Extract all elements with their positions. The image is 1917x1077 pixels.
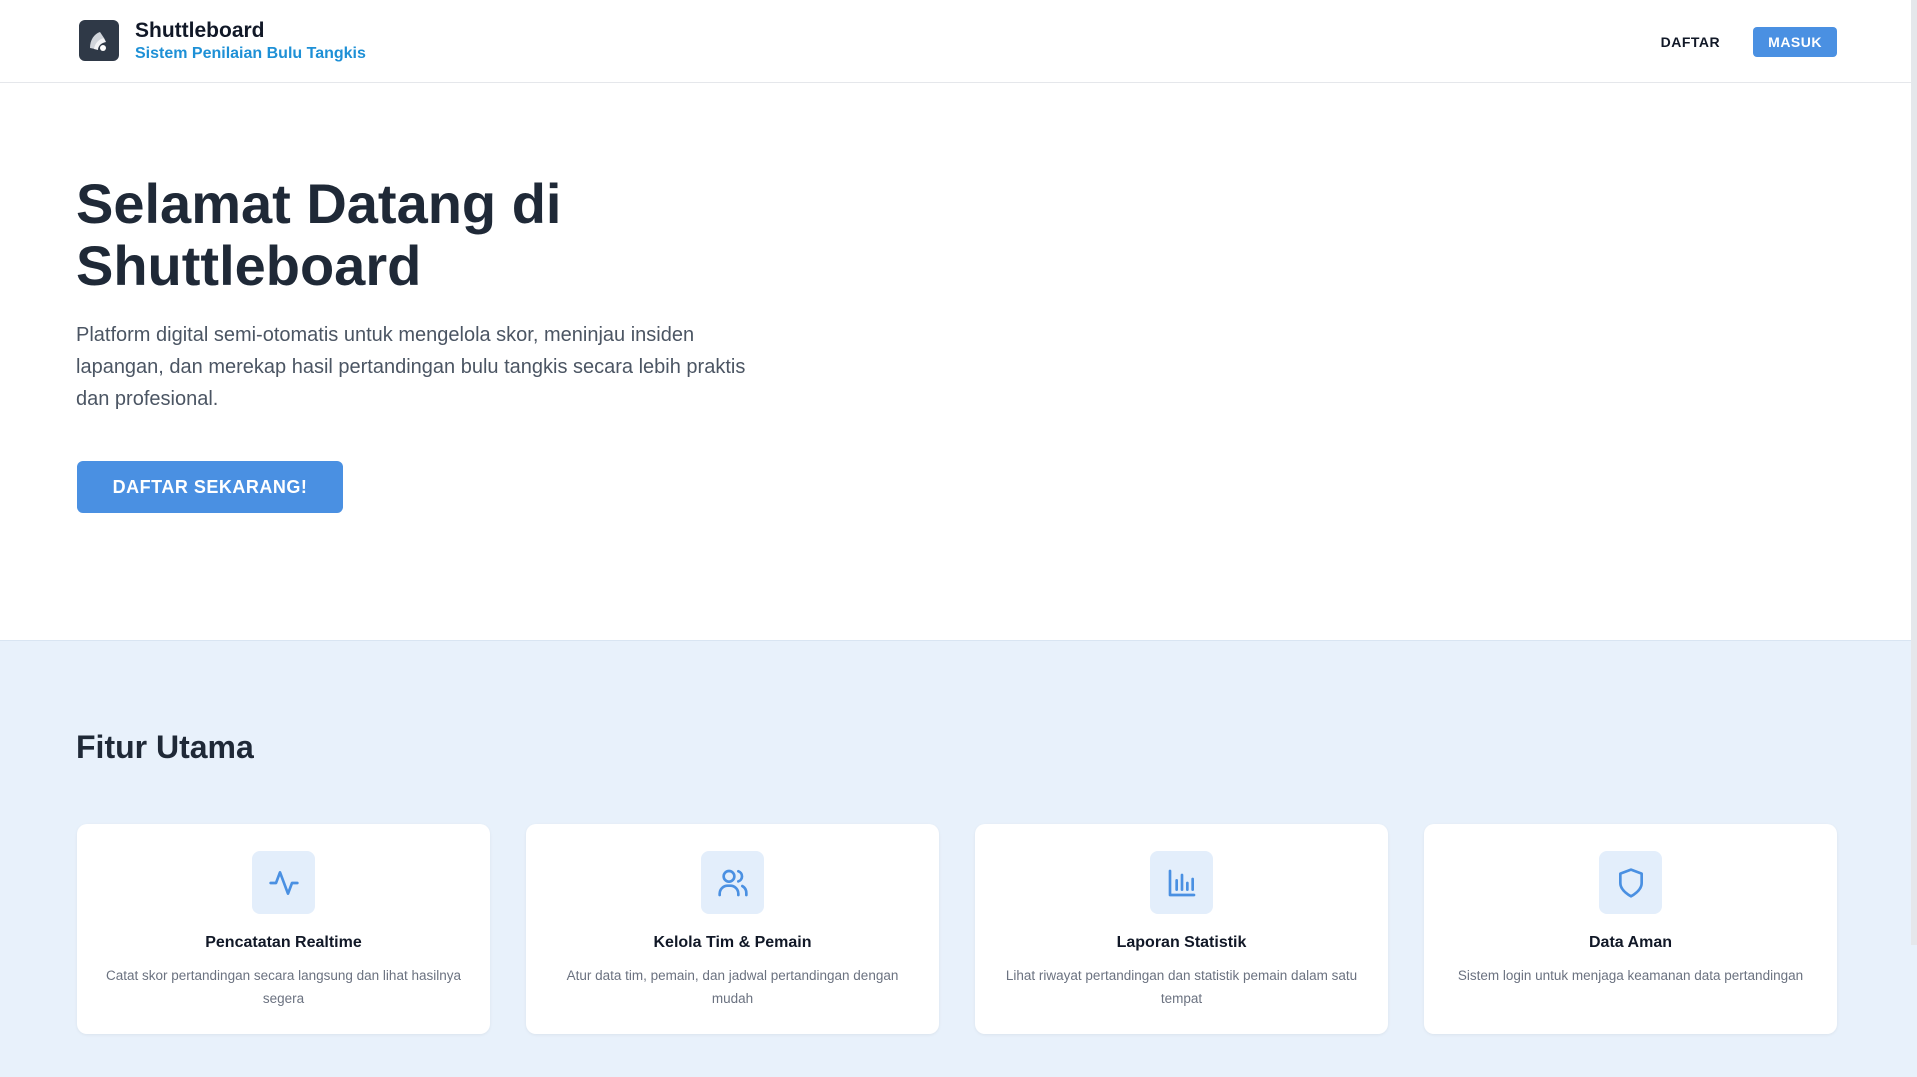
hero-section: Selamat Datang di Shuttleboard Platform … — [0, 84, 1917, 640]
scrollbar[interactable] — [1911, 0, 1917, 945]
hero-title: Selamat Datang di Shuttleboard — [76, 172, 562, 297]
daftar-sekarang-button[interactable]: DAFTAR SEKARANG! — [77, 461, 343, 513]
shuttlecock-icon — [79, 20, 119, 62]
daftar-link[interactable]: DAFTAR — [1661, 34, 1721, 50]
feature-title: Laporan Statistik — [1116, 934, 1247, 951]
shield-icon — [1599, 851, 1662, 914]
feature-card-realtime: Pencatatan Realtime Catat skor pertandin… — [77, 824, 490, 1034]
feature-title: Data Aman — [1589, 934, 1672, 951]
masuk-button[interactable]: MASUK — [1753, 27, 1837, 57]
feature-title: Kelola Tim & Pemain — [653, 934, 812, 951]
features-title: Fitur Utama — [76, 729, 254, 765]
feature-cards: Pencatatan Realtime Catat skor pertandin… — [77, 824, 1837, 1034]
feature-description: Catat skor pertandingan secara langsung … — [106, 968, 461, 1006]
brand-subtitle: Sistem Penilaian Bulu Tangkis — [135, 45, 366, 63]
users-icon — [701, 851, 764, 914]
feature-card-statistics: Laporan Statistik Lihat riwayat pertandi… — [975, 824, 1388, 1034]
navbar: Shuttleboard Sistem Penilaian Bulu Tangk… — [0, 0, 1917, 83]
feature-description: Sistem login untuk menjaga keamanan data… — [1457, 968, 1804, 983]
brand-title: Shuttleboard — [135, 19, 265, 42]
page: Shuttleboard Sistem Penilaian Bulu Tangk… — [0, 0, 1917, 1077]
nav-actions: DAFTAR MASUK — [1661, 27, 1837, 57]
feature-description: Atur data tim, pemain, dan jadwal pertan… — [566, 968, 899, 1006]
brand[interactable]: Shuttleboard Sistem Penilaian Bulu Tangk… — [79, 19, 366, 63]
feature-title: Pencatatan Realtime — [205, 934, 362, 951]
feature-description: Lihat riwayat pertandingan dan statistik… — [1005, 968, 1358, 1006]
activity-icon — [252, 851, 315, 914]
feature-card-security: Data Aman Sistem login untuk menjaga kea… — [1424, 824, 1837, 1034]
feature-card-teams: Kelola Tim & Pemain Atur data tim, pemai… — [526, 824, 939, 1034]
hero-description: Platform digital semi-otomatis untuk men… — [76, 324, 746, 410]
bar-chart-icon — [1150, 851, 1213, 914]
features-section: Fitur Utama Pencatatan Realtime Catat sk… — [0, 640, 1917, 1077]
